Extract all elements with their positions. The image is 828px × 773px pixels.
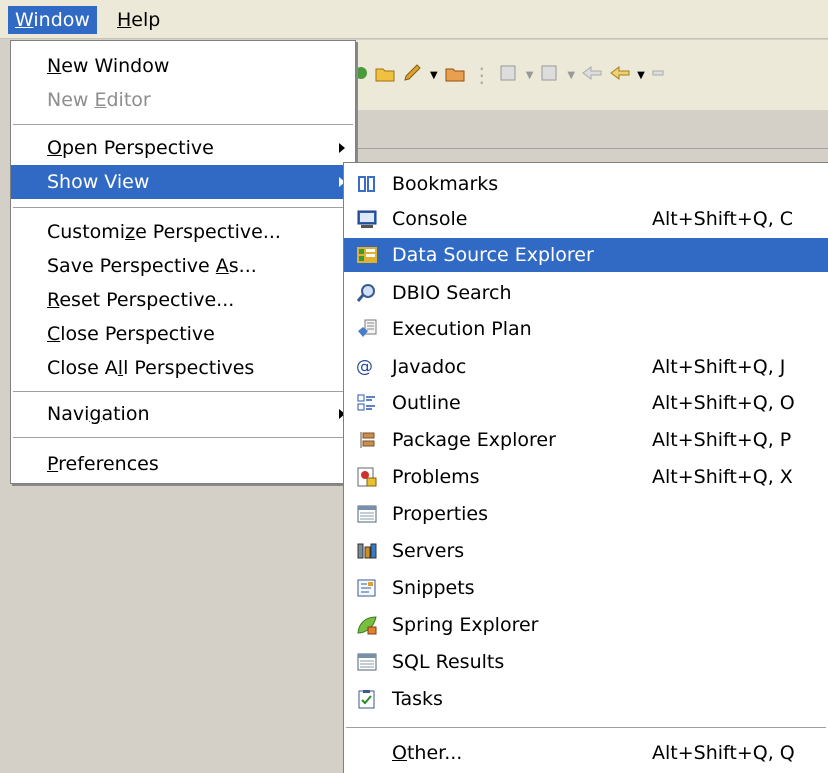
menu-item-new-editor: New Editor <box>47 89 151 111</box>
properties-icon <box>356 504 378 524</box>
console-icon <box>356 209 378 229</box>
menu-separator <box>13 124 353 126</box>
sql-results-icon <box>356 652 378 672</box>
view-item-spring-explorer[interactable]: Spring Explorer <box>344 608 828 642</box>
dropdown-icon[interactable]: ▼ <box>637 70 645 81</box>
menu-item-customize-perspective[interactable]: Customize Perspective... <box>11 215 355 249</box>
search-icon <box>356 283 378 303</box>
spring-leaf-icon <box>356 615 378 635</box>
toolbar-separator: ⋮ <box>471 63 492 87</box>
menu-separator <box>13 437 353 439</box>
submenu-arrow-icon <box>339 143 345 153</box>
menu-help[interactable]: Help <box>110 6 167 34</box>
execution-plan-icon <box>356 319 378 339</box>
tasks-icon <box>356 689 378 709</box>
bookmarks-icon <box>356 174 378 194</box>
run-icon[interactable] <box>354 63 368 88</box>
show-view-submenu: Bookmarks Console Alt+Shift+Q, C Data So… <box>343 162 828 773</box>
toolbar-divider <box>352 148 828 149</box>
view-item-problems[interactable]: Problems Alt+Shift+Q, X <box>344 460 828 494</box>
view-item-snippets[interactable]: Snippets <box>344 571 828 605</box>
dropdown-icon[interactable]: ▼ <box>567 70 575 81</box>
menu-separator <box>13 207 353 209</box>
dropdown-icon[interactable]: ▼ <box>526 70 534 81</box>
annotation-prev-icon[interactable] <box>539 63 561 88</box>
menu-bar: Window Help <box>0 0 828 39</box>
menu-separator <box>13 391 353 393</box>
view-item-dbio-search[interactable]: DBIO Search <box>344 276 828 310</box>
view-item-javadoc[interactable]: @ Javadoc Alt+Shift+Q, J <box>344 350 828 384</box>
view-item-package-explorer[interactable]: Package Explorer Alt+Shift+Q, P <box>344 423 828 457</box>
view-item-execution-plan[interactable]: Execution Plan <box>344 312 828 346</box>
outline-icon <box>356 393 378 413</box>
view-item-sql-results[interactable]: SQL Results <box>344 645 828 679</box>
toolbar: ▼ ⋮ ▼ ▼ ▼ <box>352 40 828 110</box>
menu-item-save-perspective-as[interactable]: Save Perspective As... <box>11 249 355 283</box>
menu-item-navigation[interactable]: Navigation <box>11 397 355 431</box>
view-item-outline[interactable]: Outline Alt+Shift+Q, O <box>344 386 828 420</box>
open-folder-icon[interactable] <box>374 63 396 88</box>
dropdown-icon[interactable]: ▼ <box>430 70 438 81</box>
pencil-icon[interactable] <box>402 63 424 88</box>
javadoc-at-icon: @ <box>356 357 373 377</box>
view-item-servers[interactable]: Servers <box>344 534 828 568</box>
forward-icon[interactable] <box>651 63 665 88</box>
servers-icon <box>356 541 378 561</box>
back-icon[interactable] <box>609 63 631 88</box>
back-disabled-icon[interactable] <box>581 63 603 88</box>
menu-window[interactable]: Window <box>8 6 97 34</box>
view-item-console[interactable]: Console Alt+Shift+Q, C <box>344 202 828 236</box>
snippets-icon <box>356 578 378 598</box>
menu-item-reset-perspective[interactable]: Reset Perspective... <box>11 283 355 317</box>
view-item-properties[interactable]: Properties <box>344 497 828 531</box>
menu-item-new-window[interactable]: New Window <box>11 49 355 83</box>
data-source-explorer-icon <box>356 245 378 265</box>
menu-item-preferences[interactable]: Preferences <box>11 447 355 481</box>
menu-item-show-view[interactable]: Show View <box>11 165 355 199</box>
view-item-data-source-explorer[interactable]: Data Source Explorer <box>344 238 828 272</box>
open-project-icon[interactable] <box>444 63 466 88</box>
view-item-tasks[interactable]: Tasks <box>344 682 828 716</box>
menu-item-close-all-perspectives[interactable]: Close All Perspectives <box>11 351 355 385</box>
package-explorer-icon <box>356 430 378 450</box>
menu-separator <box>346 727 826 729</box>
problems-icon <box>356 467 378 487</box>
view-item-other[interactable]: Other... Alt+Shift+Q, Q <box>344 736 828 770</box>
menu-item-open-perspective[interactable]: Open Perspective <box>11 131 355 165</box>
menu-item-close-perspective[interactable]: Close Perspective <box>11 317 355 351</box>
annotation-icon[interactable] <box>498 63 520 88</box>
window-menu: New Window New Editor Open Perspective S… <box>10 40 356 484</box>
view-item-bookmarks[interactable]: Bookmarks <box>344 167 828 201</box>
